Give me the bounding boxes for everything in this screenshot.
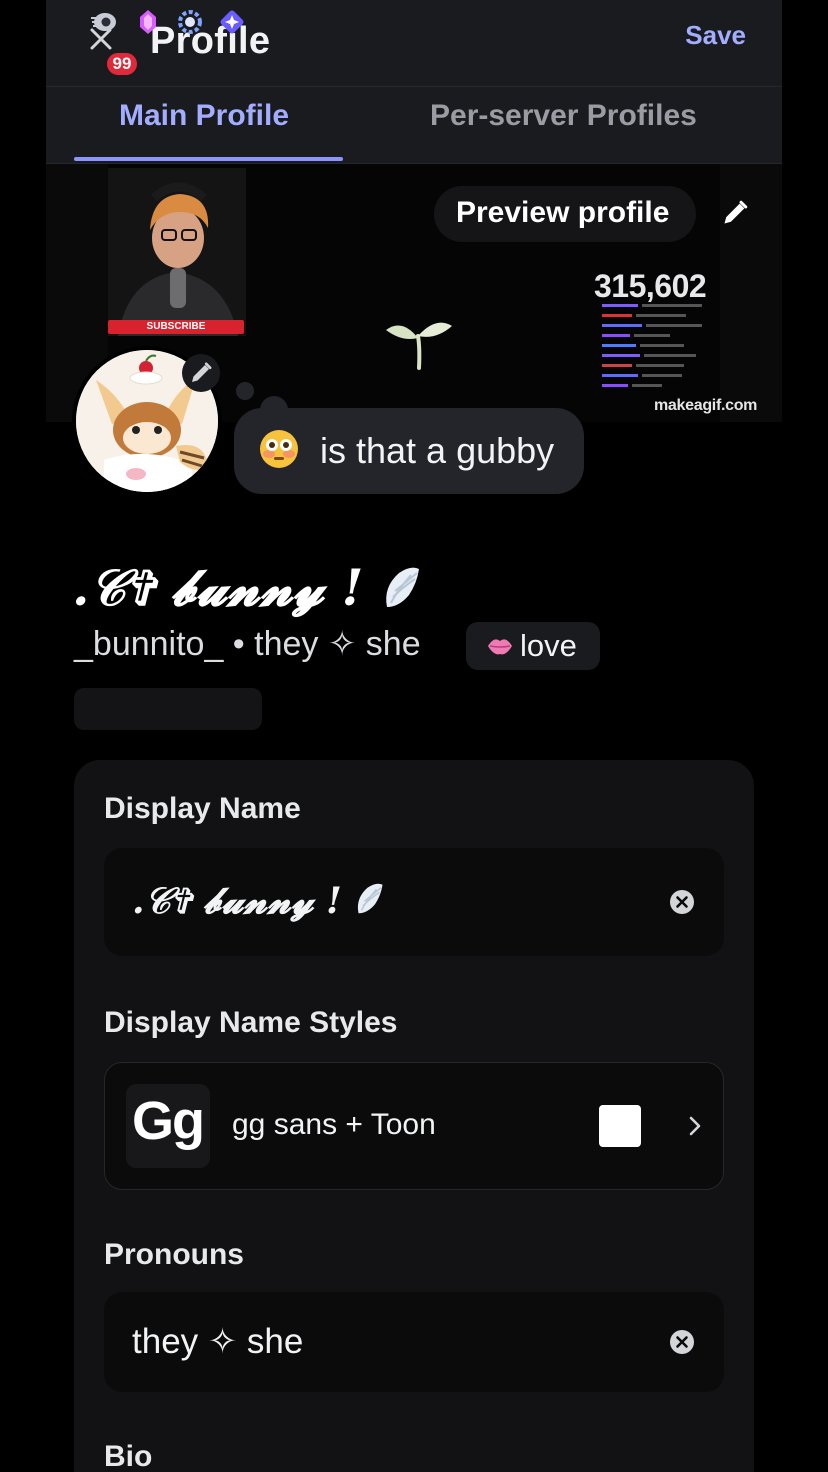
- chevron-right-icon: [689, 1116, 701, 1136]
- sprout-icon: [386, 322, 452, 370]
- streamer-image: [108, 168, 246, 336]
- right-gutter: [782, 0, 828, 1472]
- display-name-text: .𝒞✞ 𝓫𝓾𝓷𝓷𝔂 !: [72, 558, 364, 617]
- notification-badge: 99: [104, 50, 140, 78]
- tab-main-profile[interactable]: Main Profile: [119, 99, 289, 133]
- save-button[interactable]: Save: [685, 20, 746, 51]
- gif-watermark: makeagif.com: [654, 397, 758, 414]
- badge-row: [74, 688, 262, 730]
- clear-icon: [670, 1330, 694, 1354]
- quest-badge-icon[interactable]: [218, 8, 246, 36]
- subscribe-button-graphic: SUBSCRIBE: [108, 320, 244, 334]
- profile-tag-label: love: [520, 628, 577, 663]
- bio-label: Bio: [104, 1440, 153, 1472]
- display-name-field-value: .𝒞✞ 𝓫𝓾𝓷𝓷𝔂 !: [132, 880, 384, 923]
- style-value: gg sans + Toon: [232, 1108, 436, 1141]
- lips-icon: [488, 639, 512, 655]
- wing-icon: [386, 567, 419, 607]
- pronouns-label: Pronouns: [104, 1238, 244, 1271]
- display-name-styles-label: Display Name Styles: [104, 1006, 398, 1039]
- clear-pronouns-button[interactable]: [669, 1329, 695, 1355]
- nitro-badge-icon[interactable]: [90, 8, 118, 36]
- left-gutter: [0, 0, 46, 1472]
- preview-profile-label: Preview profile: [456, 196, 670, 229]
- subscriber-counter: 315,602: [594, 268, 707, 304]
- edit-avatar-button[interactable]: [182, 354, 220, 392]
- clear-icon: [670, 890, 694, 914]
- pronouns-value: they ✧ she: [132, 1322, 304, 1361]
- thought-dot-small: [236, 382, 254, 400]
- status-text: is that a gubby: [320, 430, 555, 471]
- wing-icon: [358, 883, 383, 914]
- hypesquad-badge-icon[interactable]: [176, 8, 204, 36]
- chat-overlay: [602, 304, 702, 387]
- profile-display-name: .𝒞✞ 𝓫𝓾𝓷𝓷𝔂 !: [72, 558, 421, 618]
- tab-per-server-profiles[interactable]: Per-server Profiles: [430, 99, 697, 133]
- pencil-icon: [192, 362, 212, 382]
- username-pronouns: _bunnito_ • they ✧ she: [74, 625, 421, 663]
- boost-gem-badge-icon[interactable]: [134, 8, 162, 36]
- clear-display-name-button[interactable]: [669, 889, 695, 915]
- flushed-face-icon: [260, 430, 298, 468]
- profile-tabs: Main Profile Per-server Profiles: [46, 86, 782, 164]
- pencil-icon: [724, 200, 748, 224]
- display-name-value-text: .𝒞✞ 𝓫𝓾𝓷𝓷𝔂 !: [132, 880, 342, 922]
- style-color-swatch[interactable]: [599, 1105, 641, 1147]
- active-tab-indicator: [74, 157, 343, 161]
- font-preview: Gg: [132, 1091, 205, 1151]
- profile-screen: 99 Profile Save Main Profile Per-server …: [46, 0, 782, 1472]
- display-name-label: Display Name: [104, 792, 301, 825]
- edit-banner-button[interactable]: [714, 192, 756, 234]
- page-title: Profile: [150, 20, 271, 62]
